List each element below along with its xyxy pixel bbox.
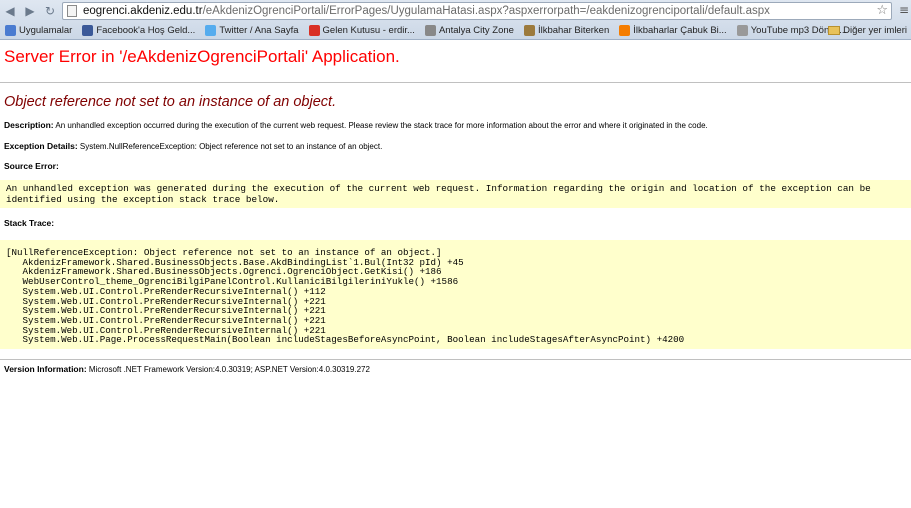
error-message: Object reference not set to an instance …: [4, 94, 337, 110]
other-bookmarks-label: Diğer yer imleri: [843, 25, 907, 36]
version-row: Version Information: Microsoft .NET Fram…: [4, 364, 909, 374]
bookmark-label: Uygulamalar: [19, 25, 73, 36]
menu-icon[interactable]: ≡: [899, 3, 909, 17]
forward-icon[interactable]: ▶: [22, 3, 38, 19]
bookmark-label: Twitter / Ana Sayfa: [219, 25, 299, 36]
blogger-icon: [619, 25, 631, 36]
bookmarks-bar: Uygulamalar Facebook'a Hoş Geld... Twitter…: [0, 22, 911, 39]
bookmark-item[interactable]: Twitter / Ana Sayfa: [200, 25, 303, 36]
error-page: Server Error in '/eAkdenizOgrenciPortali…: [0, 40, 911, 374]
url-text[interactable]: eogrenci.akdeniz.edu.tr/eAkdenizOgrenciP…: [83, 5, 770, 17]
browser-chrome: ◀ ▶ ↻ eogrenci.akdeniz.edu.tr/eAkdenizOg…: [0, 0, 911, 40]
source-error-box: An unhandled exception was generated dur…: [0, 180, 911, 208]
nav-buttons: ◀ ▶ ↻: [2, 3, 58, 19]
page-title: Server Error in '/eAkdenizOgrenciPortali…: [4, 47, 400, 66]
bookmark-label: İlkbaharlar Çabuk Bi...: [633, 25, 727, 36]
bookmark-item[interactable]: Gelen Kutusu - erdir...: [304, 25, 420, 36]
bookmark-label: İlkbahar Biterken: [537, 25, 610, 36]
version-text: Microsoft .NET Framework Version:4.0.303…: [88, 365, 370, 375]
bookmark-label: Gelen Kutusu - erdir...: [322, 25, 415, 36]
bookmark-icon: [523, 25, 535, 36]
description-row: Description: An unhandled exception occu…: [4, 120, 909, 130]
bookmark-item[interactable]: Facebook'a Hoş Geld...: [77, 25, 200, 36]
bookmark-icon: [736, 25, 748, 36]
bookmark-icon: [424, 25, 436, 36]
reload-icon[interactable]: ↻: [42, 3, 58, 19]
bookmark-item[interactable]: İlkbaharlar Çabuk Bi...: [614, 25, 731, 36]
bookmark-item[interactable]: Antalya City Zone: [420, 25, 519, 36]
divider: [0, 82, 911, 83]
back-icon[interactable]: ◀: [2, 3, 18, 19]
description-text: An unhandled exception occurred during t…: [55, 121, 708, 130]
exception-row: Exception Details: System.NullReferenceE…: [4, 141, 909, 151]
bookmark-star-icon[interactable]: ☆: [876, 3, 888, 18]
stack-trace-label: Stack Trace:: [4, 218, 55, 228]
source-error-label: Source Error:: [4, 161, 59, 171]
twitter-icon: [205, 25, 217, 36]
exception-text: System.NullReferenceException: Object re…: [79, 142, 383, 151]
bookmark-label: Antalya City Zone: [438, 25, 514, 36]
gmail-icon: [308, 25, 320, 36]
address-bar[interactable]: eogrenci.akdeniz.edu.tr/eAkdenizOgrenciP…: [62, 2, 892, 20]
version-label: Version Information:: [4, 364, 87, 375]
url-path: /eAkdenizOgrenciPortali/ErrorPages/Uygul…: [202, 5, 770, 17]
stack-trace-box: [NullReferenceException: Object referenc…: [0, 240, 911, 350]
facebook-icon: [82, 25, 94, 36]
folder-icon: [828, 26, 841, 35]
apps-icon: [5, 25, 16, 36]
bookmark-label: Facebook'a Hoş Geld...: [96, 25, 196, 36]
version-divider: [0, 359, 911, 361]
exception-label: Exception Details:: [4, 141, 78, 151]
url-host: eogrenci.akdeniz.edu.tr: [83, 5, 203, 17]
other-bookmarks-button[interactable]: Diğer yer imleri: [828, 22, 907, 39]
bookmark-item[interactable]: Uygulamalar: [0, 25, 77, 36]
description-label: Description:: [4, 120, 54, 130]
bookmark-item[interactable]: İlkbahar Biterken: [519, 25, 614, 36]
page-icon: [67, 5, 77, 17]
